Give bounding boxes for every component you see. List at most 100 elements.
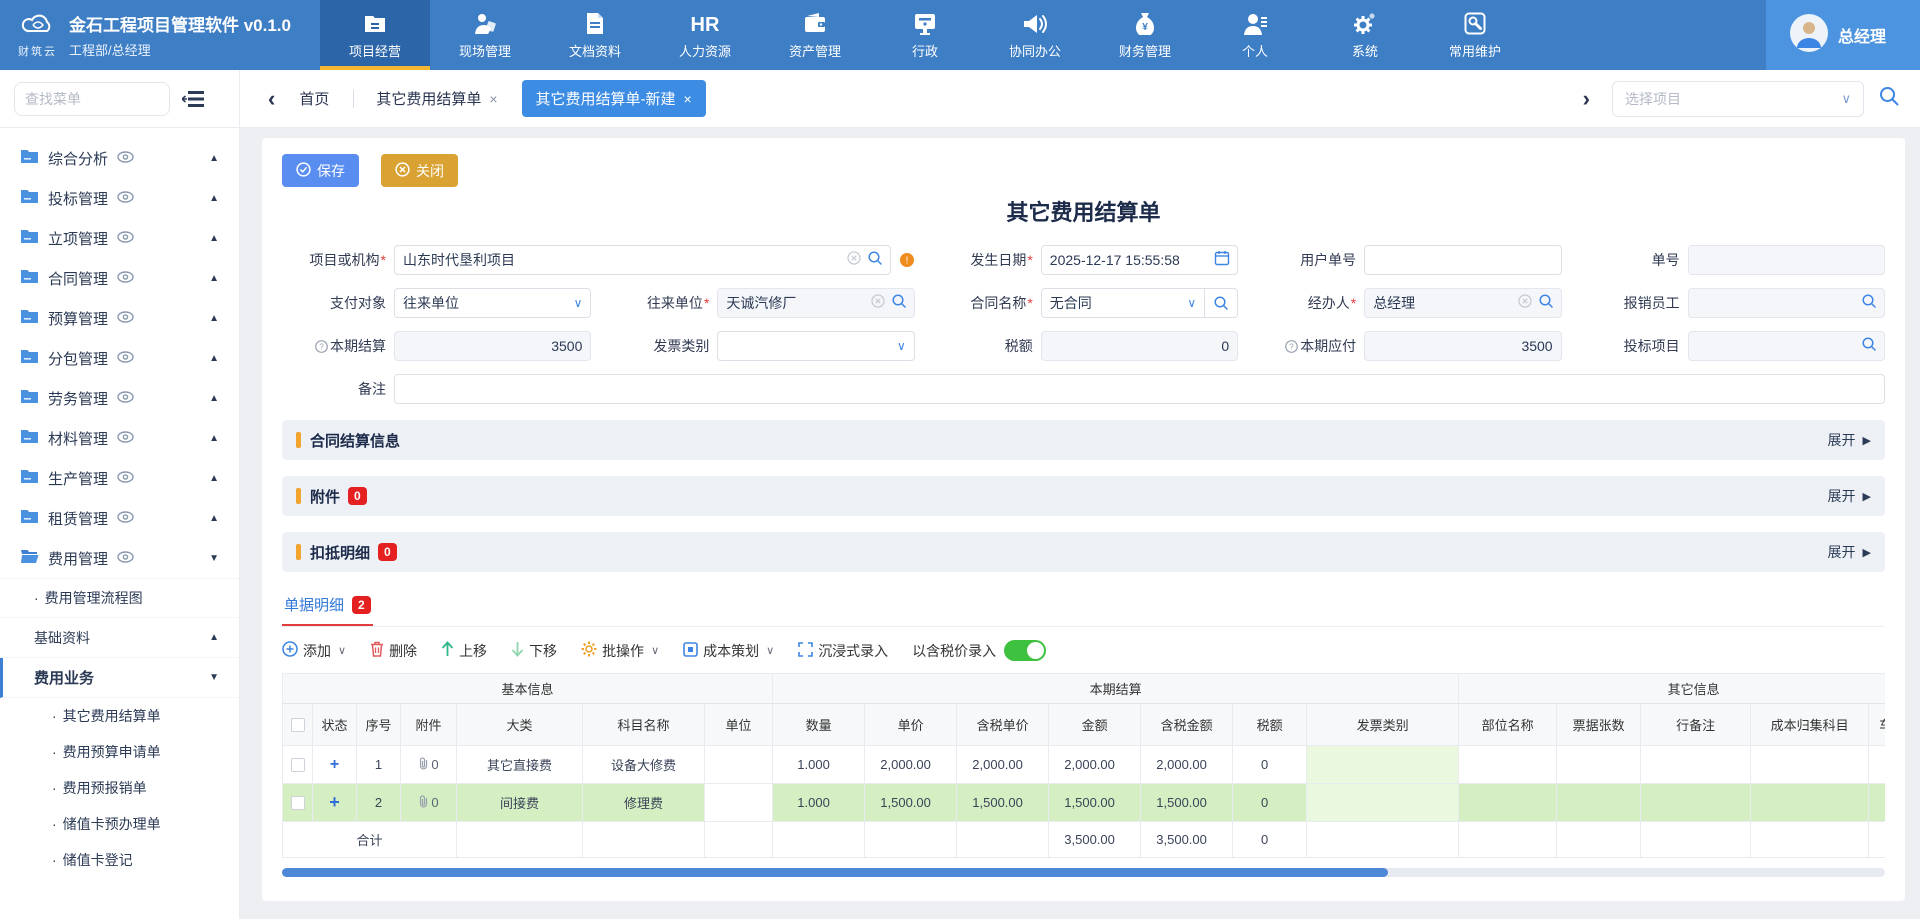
cell-invoice-type[interactable] [1307,784,1459,822]
eye-icon[interactable] [117,190,134,207]
contract-select[interactable]: 无合同 ∨ [1041,288,1238,318]
cell-amount[interactable]: 1,500.00 [1049,784,1141,822]
eye-icon[interactable] [117,430,134,447]
cell-invoice-type[interactable] [1307,746,1459,784]
toolbar-plan-square[interactable]: 成本策划∨ [683,641,774,661]
tab-other-fee-new[interactable]: 其它费用结算单-新建 × [522,80,706,117]
sidebar-leaf[interactable]: ·储值卡预办理单 [0,806,239,842]
cell-category[interactable]: 其它直接费 [457,746,583,784]
nav-item-maintain[interactable]: 常用维护 [1420,0,1530,70]
sidebar-leaf[interactable]: ·费用预报销单 [0,770,239,806]
caret-up-icon[interactable]: ▲ [209,193,219,204]
remark-field[interactable] [394,374,1885,404]
operator-field[interactable] [1364,288,1561,318]
bid-project-field[interactable] [1688,331,1885,361]
calendar-icon[interactable] [1214,250,1230,271]
cell-part_name[interactable] [1459,746,1557,784]
sidebar-item[interactable]: 综合分析▲ [0,138,239,178]
reimburse-field[interactable] [1688,288,1885,318]
select-all-checkbox[interactable] [291,718,305,732]
cell-plate[interactable] [1869,746,1885,784]
nav-item-finance[interactable]: ¥财务管理 [1090,0,1200,70]
cell-cost_subject[interactable] [1751,746,1869,784]
collapse-menu-icon[interactable] [182,90,204,108]
cell-seq[interactable]: 2 [357,784,401,822]
cell-tax[interactable]: 0 [1233,784,1307,822]
cell-price_tax[interactable]: 1,500.00 [957,784,1049,822]
toolbar-trash[interactable]: 删除 [370,641,417,661]
sidebar-leaf[interactable]: ·储值卡登记 [0,842,239,878]
user-chip[interactable]: 总经理 [1766,0,1920,70]
invoice-select[interactable]: ∨ [717,331,914,361]
cell-price[interactable]: 2,000.00 [865,746,957,784]
caret-up-icon[interactable]: ▲ [209,433,219,444]
eye-icon[interactable] [117,510,134,527]
caret-up-icon[interactable]: ▲ [209,393,219,404]
cell-qty[interactable]: 1.000 [773,746,865,784]
eye-icon[interactable] [117,310,134,327]
project-search-icon[interactable] [1878,85,1900,112]
clear-icon[interactable] [1518,294,1532,313]
caret-up-icon[interactable]: ▲ [209,353,219,364]
toolbar-arrow-down[interactable]: 下移 [511,641,557,661]
toolbar-arrow-up[interactable]: 上移 [441,641,487,661]
sidebar-subitem[interactable]: ·费用管理流程图 [0,578,239,618]
add-row-icon[interactable]: + [329,792,340,812]
attachment-cell[interactable]: 0 [418,795,438,811]
caret-down-icon[interactable]: ▼ [209,553,219,564]
row-checkbox[interactable] [291,758,305,772]
nav-item-asset[interactable]: 资产管理 [760,0,870,70]
date-field[interactable] [1041,245,1238,275]
search-icon[interactable] [891,293,907,314]
eye-icon[interactable] [117,350,134,367]
cell-part_name[interactable] [1459,784,1557,822]
sidebar-item[interactable]: 费用管理▼ [0,538,239,578]
cell-row_remark[interactable] [1641,746,1751,784]
cell-unit[interactable] [705,746,773,784]
cell-category[interactable]: 间接费 [457,784,583,822]
caret-up-icon[interactable]: ▲ [209,153,219,164]
cell-subject[interactable]: 设备大修费 [583,746,705,784]
cell-cost_subject[interactable] [1751,784,1869,822]
nav-item-admin[interactable]: 行政 [870,0,980,70]
sidebar-item[interactable]: 投标管理▲ [0,178,239,218]
close-tab-icon[interactable]: × [489,91,497,107]
sidebar-group[interactable]: 费用业务▼ [0,658,239,698]
caret-up-icon[interactable]: ▲ [209,273,219,284]
eye-icon[interactable] [117,230,134,247]
nav-item-doc[interactable]: 文档资料 [540,0,650,70]
tabs-scroll-left-icon[interactable]: ‹ [260,86,283,112]
section-deduction-detail[interactable]: 扣抵明细 0 展开▶ [282,532,1885,572]
sidebar-item[interactable]: 合同管理▲ [0,258,239,298]
cell-price_tax[interactable]: 2,000.00 [957,746,1049,784]
cell-plate[interactable] [1869,784,1885,822]
cell-qty[interactable]: 1.000 [773,784,865,822]
cell-tax[interactable]: 0 [1233,746,1307,784]
toolbar-add-circle[interactable]: 添加∨ [282,641,346,661]
section-contract-settlement[interactable]: 合同结算信息 展开▶ [282,420,1885,460]
sidebar-group[interactable]: 基础资料▲ [0,618,239,658]
cell-price[interactable]: 1,500.00 [865,784,957,822]
search-icon[interactable] [1204,289,1229,317]
caret-up-icon[interactable]: ▲ [209,233,219,244]
cell-amount_tax[interactable]: 1,500.00 [1141,784,1233,822]
close-button[interactable]: 关闭 [381,154,458,187]
eye-icon[interactable] [117,390,134,407]
nav-item-project[interactable]: 项目经营 [320,0,430,70]
counterparty-field[interactable] [717,288,914,318]
tax-inclusive-toggle[interactable] [1004,640,1046,661]
nav-item-office[interactable]: 协同办公 [980,0,1090,70]
nav-item-hr[interactable]: HR人力资源 [650,0,760,70]
search-icon[interactable] [1861,293,1877,314]
cell-amount_tax[interactable]: 2,000.00 [1141,746,1233,784]
clear-icon[interactable] [871,294,885,313]
scrollbar-thumb[interactable] [282,868,1388,877]
tab-detail-lines[interactable]: 单据明细 2 [282,590,373,626]
caret-up-icon[interactable]: ▲ [209,313,219,324]
cell-amount[interactable]: 2,000.00 [1049,746,1141,784]
cell-ticket_count[interactable] [1557,746,1641,784]
eye-icon[interactable] [117,270,134,287]
eye-icon[interactable] [117,470,134,487]
nav-item-site[interactable]: 现场管理 [430,0,540,70]
pay-target-select[interactable]: 往来单位 ∨ [394,288,591,318]
